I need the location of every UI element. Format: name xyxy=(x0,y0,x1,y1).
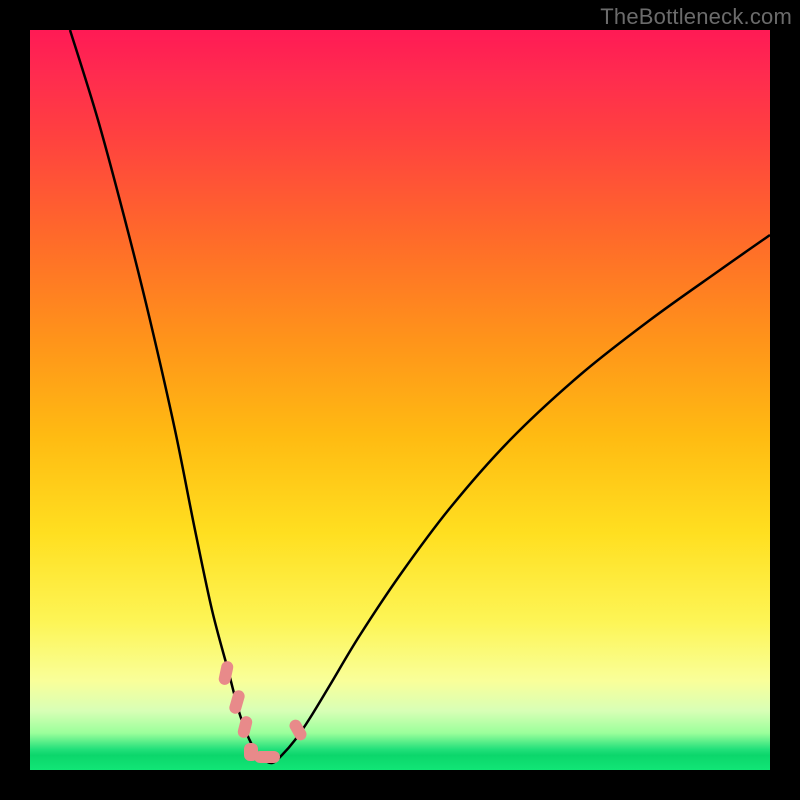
marker-m5 xyxy=(254,751,280,763)
plot-area xyxy=(30,30,770,770)
outer-frame: TheBottleneck.com xyxy=(0,0,800,800)
marker-m6 xyxy=(287,717,308,742)
marker-m1 xyxy=(218,660,235,686)
marker-m2 xyxy=(228,689,246,715)
marker-m3 xyxy=(237,715,254,739)
marker-layer xyxy=(30,30,770,770)
watermark-text: TheBottleneck.com xyxy=(600,4,792,30)
